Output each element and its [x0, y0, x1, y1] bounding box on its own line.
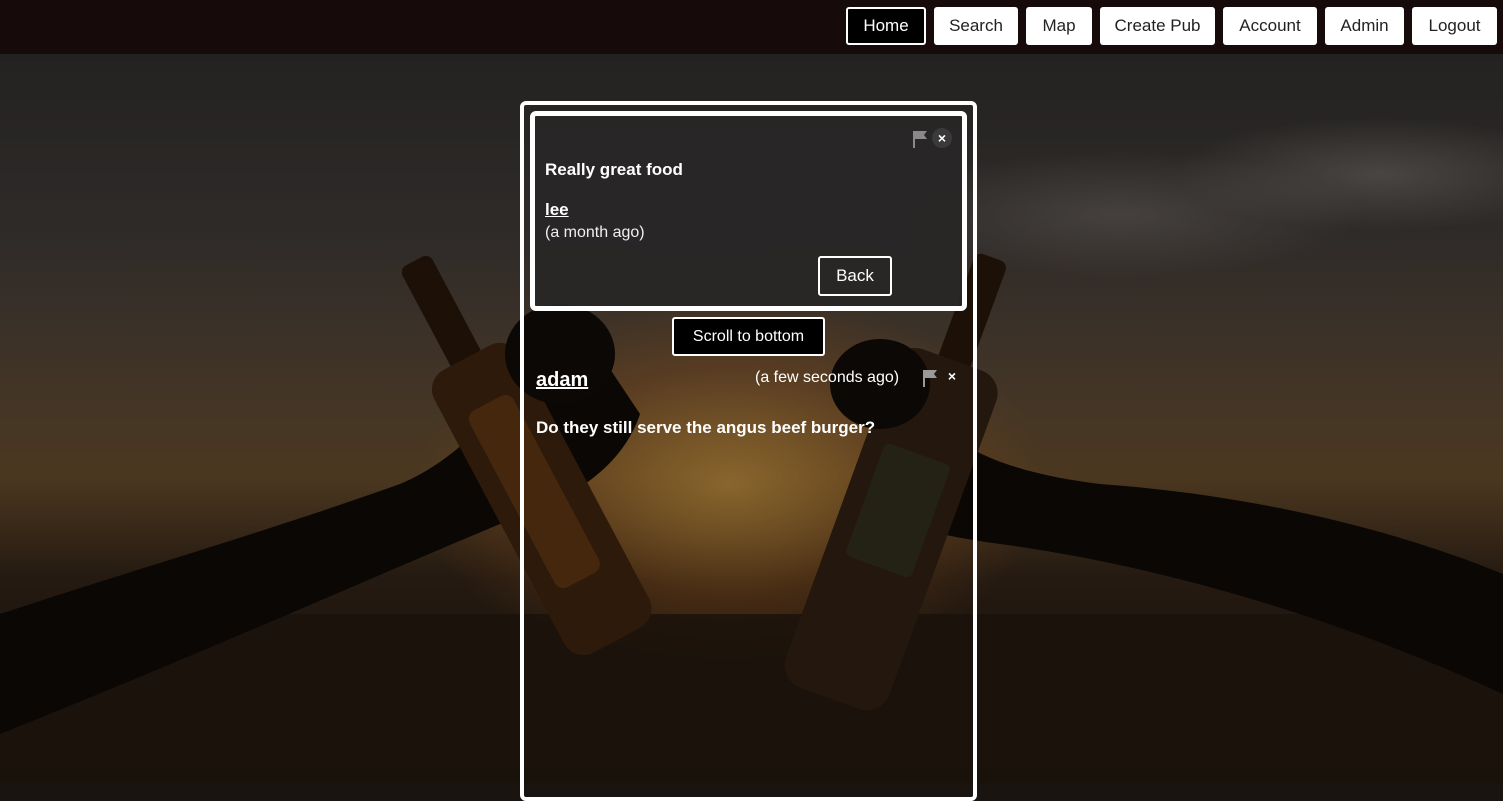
- nav-home-button[interactable]: Home: [846, 7, 926, 45]
- top-navbar: Home Search Map Create Pub Account Admin…: [0, 0, 1503, 54]
- comment-timestamp: (a few seconds ago): [755, 369, 900, 386]
- nav-create-pub-button[interactable]: Create Pub: [1100, 7, 1215, 45]
- nav-search-button[interactable]: Search: [934, 7, 1018, 45]
- close-icon[interactable]: ×: [932, 128, 952, 148]
- comment-text: Do they still serve the angus beef burge…: [536, 418, 876, 437]
- back-button[interactable]: Back: [818, 256, 892, 296]
- nav-admin-button[interactable]: Admin: [1325, 7, 1404, 45]
- review-timestamp: (a month ago): [545, 224, 645, 241]
- nav-map-button[interactable]: Map: [1026, 7, 1092, 45]
- flag-icon[interactable]: [912, 130, 928, 148]
- nav-logout-button[interactable]: Logout: [1412, 7, 1497, 45]
- comment-close-icon[interactable]: ×: [942, 366, 962, 386]
- review-card: × Really great food lee (a month ago) Ba…: [530, 111, 967, 311]
- comment-flag-icon[interactable]: [922, 369, 938, 387]
- review-title: Really great food: [545, 160, 683, 179]
- scroll-to-bottom-button[interactable]: Scroll to bottom: [672, 317, 825, 356]
- comment-author-link[interactable]: adam: [536, 369, 588, 392]
- nav-account-button[interactable]: Account: [1223, 7, 1317, 45]
- review-author-link[interactable]: lee: [545, 200, 569, 220]
